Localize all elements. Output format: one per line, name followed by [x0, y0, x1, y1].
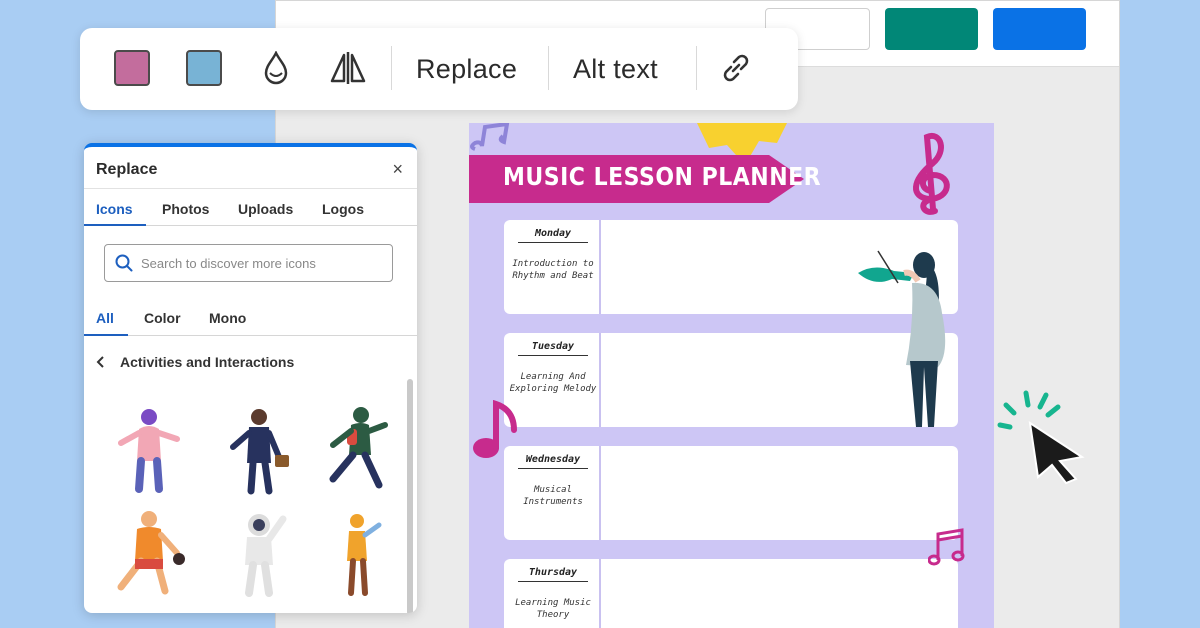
toolbar-divider [391, 46, 392, 90]
treble-clef-icon [913, 132, 950, 215]
tab-active-indicator [84, 224, 146, 226]
replace-button[interactable]: Replace [416, 54, 517, 85]
day-name: Tuesday [531, 341, 575, 352]
filter-active-indicator [84, 334, 128, 336]
toolbar-divider [548, 46, 549, 90]
day-underline [518, 355, 588, 356]
panel-scrollbar[interactable] [407, 379, 413, 613]
double-music-note-icon [928, 528, 965, 566]
category-title: Activities and Interactions [120, 354, 295, 370]
music-note-icon [470, 123, 510, 151]
search-icon [115, 254, 133, 272]
day-topic: Musical Instruments [523, 485, 583, 507]
dancing-person-icon[interactable] [109, 405, 189, 495]
music-note-icon [473, 400, 517, 458]
day-topic: Learning And Exploring Melody [509, 372, 597, 394]
astronaut-icon[interactable] [219, 509, 299, 599]
replace-panel: Replace × Icons Photos Uploads Logos All… [84, 143, 417, 613]
day-underline [518, 242, 588, 243]
header-button-primary[interactable] [993, 8, 1086, 50]
tab-icons[interactable]: Icons [96, 201, 133, 217]
day-left-column: Monday Introduction to Rhythm and Beat [504, 220, 601, 314]
filter-color[interactable]: Color [144, 310, 181, 326]
music-lesson-planner-canvas[interactable]: MUSIC LESSON PLANNER Monday Introduction… [469, 123, 994, 628]
floating-toolbar: Replace Alt text [80, 28, 798, 110]
day-card-wednesday[interactable]: Wednesday Musical Instruments [504, 446, 958, 540]
category-header: Activities and Interactions [96, 354, 294, 370]
day-name: Thursday [528, 567, 578, 578]
cursor-click-icon [997, 390, 1085, 485]
header-button-teal[interactable] [885, 8, 978, 50]
link-icon[interactable] [716, 48, 756, 88]
planner-title: MUSIC LESSON PLANNER [503, 163, 822, 192]
color-swatch-pink[interactable] [114, 50, 150, 86]
panel-tabs: Icons Photos Uploads Logos [84, 188, 417, 226]
day-card-thursday[interactable]: Thursday Learning Music Theory [504, 559, 958, 628]
basketball-player-icon[interactable] [109, 509, 189, 599]
close-icon[interactable]: × [392, 159, 403, 180]
day-topic: Introduction to Rhythm and Beat [512, 259, 594, 281]
toolbar-divider [696, 46, 697, 90]
day-name: Monday [534, 228, 572, 239]
hiker-icon[interactable] [317, 509, 397, 599]
tab-uploads[interactable]: Uploads [238, 201, 293, 217]
running-person-icon[interactable] [317, 405, 397, 495]
day-topic: Learning Music Theory [515, 598, 591, 620]
panel-title: Replace [96, 161, 158, 178]
filter-mono[interactable]: Mono [209, 310, 246, 326]
tab-logos[interactable]: Logos [322, 201, 364, 217]
tab-photos[interactable]: Photos [162, 201, 209, 217]
search-box[interactable] [104, 244, 393, 282]
flip-icon[interactable] [328, 48, 368, 88]
businesswoman-icon[interactable] [219, 405, 299, 495]
search-input[interactable] [141, 255, 381, 271]
filter-all[interactable]: All [96, 310, 114, 326]
day-name: Wednesday [525, 454, 581, 465]
day-underline [518, 468, 588, 469]
violinist-illustration[interactable] [854, 243, 949, 433]
alt-text-button[interactable]: Alt text [573, 54, 658, 85]
transparency-drop-icon[interactable] [256, 48, 296, 88]
day-underline [518, 581, 588, 582]
day-left-column: Thursday Learning Music Theory [504, 559, 601, 628]
chevron-left-icon[interactable] [96, 355, 106, 369]
panel-filters: All Color Mono [84, 298, 417, 336]
color-swatch-blue[interactable] [186, 50, 222, 86]
